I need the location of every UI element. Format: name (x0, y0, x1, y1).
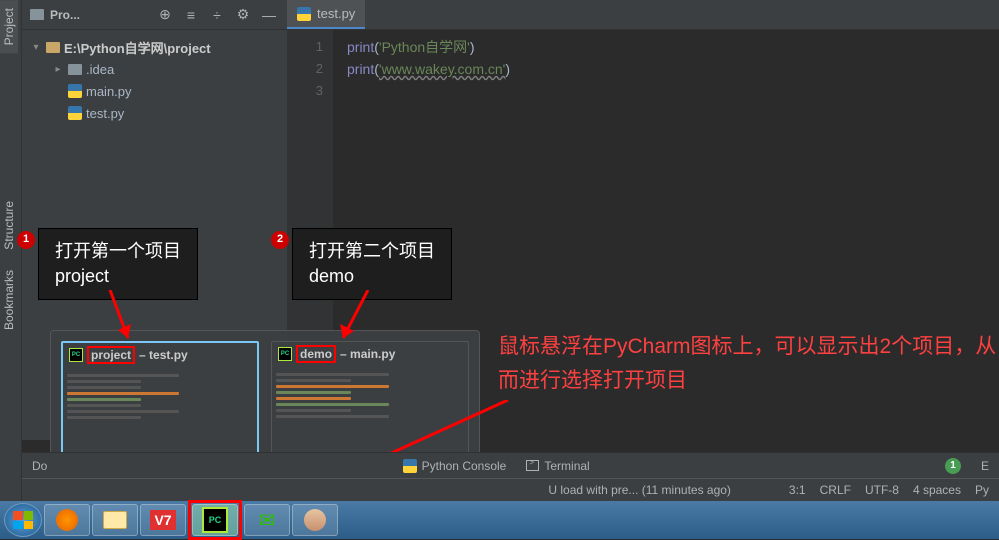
thumb-name-highlighted: project (87, 346, 135, 364)
callout-2: 2 打开第二个项目 demo (292, 228, 452, 300)
taskbar-firefox[interactable] (44, 504, 90, 536)
events-badge[interactable]: 1 (945, 458, 961, 474)
windows-taskbar: V7 PC ✉ (0, 501, 999, 539)
folder-icon (68, 64, 82, 75)
events-label: E (981, 459, 989, 473)
tree-file-test[interactable]: test.py (26, 102, 283, 124)
python-file-icon (297, 7, 311, 21)
pycharm-icon: PC (69, 348, 83, 362)
status-pos[interactable]: 3:1 (789, 483, 806, 497)
taskbar-app-misc[interactable] (292, 504, 338, 536)
tab-label: test.py (317, 6, 355, 21)
annotation-text: 鼠标悬浮在PyCharm图标上，可以显示出2个项目，从而进行选择打开项目 (498, 330, 998, 397)
project-tree: ▾ E:\Python自学网\project ▸ .idea main.py t… (22, 30, 287, 130)
taskbar-wechat[interactable]: ✉ (244, 504, 290, 536)
bottom-tool-bar: Do Python Console Terminal 1 E (22, 452, 999, 478)
root-label: E:\Python自学网\project (64, 38, 211, 57)
expand-all-icon[interactable]: ≡ (181, 5, 201, 25)
start-button[interactable] (4, 503, 42, 537)
pycharm-icon: PC (278, 347, 292, 361)
tree-root[interactable]: ▾ E:\Python自学网\project (26, 36, 283, 58)
status-message: U load with pre... (11 minutes ago) (548, 483, 731, 497)
status-line-sep[interactable]: CRLF (820, 483, 851, 497)
code-line: print('Python自学网') (347, 36, 999, 58)
project-panel-header: Pro... ⊕ ≡ ÷ ⚙ — (22, 0, 287, 30)
file-label: main.py (86, 84, 132, 99)
code-line (347, 80, 999, 102)
python-icon (403, 459, 417, 473)
select-opened-icon[interactable]: ⊕ (155, 5, 175, 25)
settings-icon[interactable]: ⚙ (233, 5, 253, 25)
pycharm-icon: PC (202, 507, 228, 533)
folder-label: .idea (86, 62, 114, 77)
status-indent[interactable]: 4 spaces (913, 483, 961, 497)
tree-folder-idea[interactable]: ▸ .idea (26, 58, 283, 80)
callout-badge: 1 (17, 231, 35, 249)
stripe-bookmarks[interactable]: Bookmarks (0, 262, 18, 338)
taskbar-pycharm[interactable]: PC (192, 504, 238, 536)
project-folder-icon (46, 42, 60, 53)
folder-icon (30, 9, 44, 20)
thumb-name-highlighted: demo (296, 345, 336, 363)
stripe-project[interactable]: Project (0, 0, 18, 53)
python-file-icon (68, 106, 82, 120)
status-bar: U load with pre... (11 minutes ago) 3:1 … (22, 478, 999, 501)
tree-file-main[interactable]: main.py (26, 80, 283, 102)
editor-tab-bar: test.py (287, 0, 999, 30)
tool-stripe: Project Structure Bookmarks (0, 0, 22, 501)
python-console-button[interactable]: Python Console (403, 459, 507, 473)
taskbar-explorer[interactable] (92, 504, 138, 536)
stripe-structure[interactable]: Structure (0, 193, 18, 258)
hide-icon[interactable]: — (259, 5, 279, 25)
chevron-down-icon[interactable]: ▾ (30, 42, 42, 53)
python-file-icon (68, 84, 82, 98)
do-label[interactable]: Do (32, 459, 47, 473)
terminal-button[interactable]: Terminal (526, 459, 589, 473)
windows-logo-icon (13, 511, 33, 529)
file-label: test.py (86, 106, 124, 121)
code-line: print('www.wakey.com.cn') (347, 58, 999, 80)
editor-tab-testpy[interactable]: test.py (287, 0, 365, 29)
collapse-all-icon[interactable]: ÷ (207, 5, 227, 25)
panel-title: Pro... (50, 8, 149, 22)
chevron-right-icon[interactable]: ▸ (52, 64, 64, 75)
terminal-icon (526, 460, 539, 471)
callout-badge: 2 (271, 231, 289, 249)
callout-1: 1 打开第一个项目 project (38, 228, 198, 300)
taskbar-app-v[interactable]: V7 (140, 504, 186, 536)
status-python[interactable]: Py (975, 483, 989, 497)
taskbar-pycharm-highlighted: PC (188, 500, 242, 540)
status-encoding[interactable]: UTF-8 (865, 483, 899, 497)
